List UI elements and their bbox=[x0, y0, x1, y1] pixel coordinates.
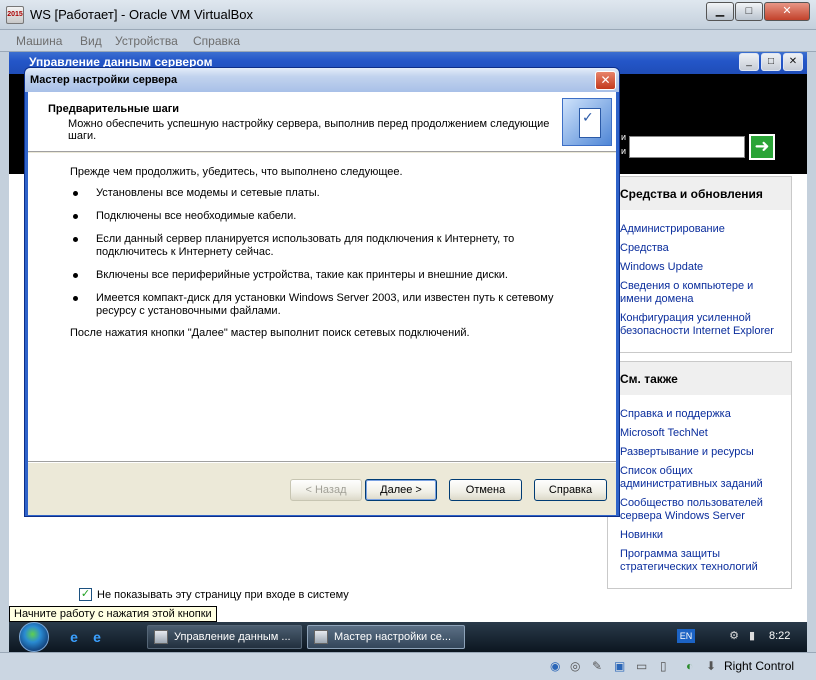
host-frame-right bbox=[807, 52, 816, 652]
server-checklist-icon bbox=[562, 98, 612, 146]
dont-show-checkbox[interactable]: ✓ bbox=[79, 588, 92, 601]
wizard-titlebar: Мастер настройки сервера ✕ bbox=[25, 68, 619, 92]
wizard-step-description: Можно обеспечить успешную настройку серв… bbox=[68, 118, 550, 142]
manage-server-controls: _ □ ✕ bbox=[737, 53, 803, 71]
link-administration[interactable]: Администрирование bbox=[620, 223, 779, 236]
wizard-intro-text: Прежде чем продолжить, убедитесь, что вы… bbox=[70, 166, 403, 178]
server-icon bbox=[154, 630, 168, 644]
link-whats-new[interactable]: Новинки bbox=[620, 529, 779, 542]
wizard-content: Прежде чем продолжить, убедитесь, что вы… bbox=[28, 153, 616, 461]
task-manage-server[interactable]: Управление данным ... bbox=[147, 625, 302, 649]
task-config-wizard[interactable]: Мастер настройки се... bbox=[307, 625, 465, 649]
start-tooltip: Начните работу с нажатия этой кнопки bbox=[9, 606, 217, 622]
ie-icon[interactable]: e bbox=[66, 629, 82, 645]
dont-show-row: ✓ Не показывать эту страницу при входе в… bbox=[79, 588, 349, 601]
display-icon[interactable]: ▯ bbox=[660, 659, 667, 673]
list-item: Если данный сервер планируется использов… bbox=[72, 233, 572, 259]
taskbar: e e Управление данным ... Мастер настрой… bbox=[9, 622, 807, 652]
wizard-divider bbox=[28, 461, 616, 463]
see-also-panel: См. также Справка и поддержка Microsoft … bbox=[607, 361, 792, 589]
wizard-title: Мастер настройки сервера bbox=[30, 74, 178, 86]
back-button[interactable]: < Назад bbox=[290, 479, 362, 501]
host-menubar: Машина Вид Устройства Справка bbox=[0, 30, 816, 52]
wizard-step-title: Предварительные шаги bbox=[48, 103, 180, 115]
clock[interactable]: 8:22 bbox=[769, 630, 790, 642]
host-window-title: WS [Работает] - Oracle VM VirtualBox bbox=[30, 7, 254, 22]
right-panel: Средства и обновления Администрирование … bbox=[607, 176, 792, 597]
panel-title: Средства и обновления bbox=[608, 177, 791, 211]
list-item: Установлены все модемы и сетевые платы. bbox=[72, 187, 572, 200]
keyboard-capture-icon[interactable]: ⬇ bbox=[706, 659, 716, 673]
link-computer-info[interactable]: Сведения о компьютере и имени домена bbox=[620, 280, 779, 306]
host-window-controls: ▁ □ ✕ bbox=[705, 2, 810, 21]
mouse-integration-icon[interactable]: ◐ bbox=[686, 659, 693, 673]
bullet-icon bbox=[73, 273, 78, 278]
bullet-icon bbox=[73, 296, 78, 301]
virtualbox-icon: 2015 bbox=[6, 6, 24, 24]
list-item: Включены все периферийные устройства, та… bbox=[72, 269, 572, 282]
header-fragment: и bbox=[621, 132, 627, 142]
bullet-icon bbox=[73, 191, 78, 196]
wizard-close-button[interactable]: ✕ bbox=[595, 71, 616, 90]
dont-show-label[interactable]: Не показывать эту страницу при входе в с… bbox=[97, 589, 349, 601]
config-server-wizard: Мастер настройки сервера ✕ Предварительн… bbox=[24, 67, 620, 517]
help-button[interactable]: Справка bbox=[534, 479, 607, 501]
link-windows-update[interactable]: Windows Update bbox=[620, 261, 779, 274]
link-ie-esc[interactable]: Конфигурация усиленной безопасности Inte… bbox=[620, 312, 779, 338]
host-titlebar: 2015 WS [Работает] - Oracle VM VirtualBo… bbox=[0, 0, 816, 30]
wizard-header: Предварительные шаги Можно обеспечить ус… bbox=[28, 92, 616, 152]
header-fragment: и bbox=[621, 146, 627, 156]
menu-view[interactable]: Вид bbox=[80, 34, 102, 48]
start-button[interactable] bbox=[19, 622, 49, 652]
volume-icon[interactable]: ▮ bbox=[745, 629, 759, 643]
language-indicator[interactable]: EN bbox=[677, 629, 695, 643]
bullet-icon bbox=[73, 237, 78, 242]
menu-machine[interactable]: Машина bbox=[16, 34, 62, 48]
task-label: Управление данным ... bbox=[174, 631, 291, 643]
tools-updates-panel: Средства и обновления Администрирование … bbox=[607, 176, 792, 353]
wizard-after-text: После нажатия кнопки "Далее" мастер выпо… bbox=[70, 327, 470, 339]
ie-quicklaunch-icon[interactable]: e bbox=[89, 629, 105, 645]
panel-links: Справка и поддержка Microsoft TechNet Ра… bbox=[608, 396, 791, 588]
panel-links: Администрирование Средства Windows Updat… bbox=[608, 211, 791, 352]
manage-close-button[interactable]: ✕ bbox=[783, 53, 803, 71]
network-adapter-icon[interactable]: ▣ bbox=[614, 659, 625, 673]
link-tools[interactable]: Средства bbox=[620, 242, 779, 255]
link-technet[interactable]: Microsoft TechNet bbox=[620, 427, 779, 440]
bullet-icon bbox=[73, 214, 78, 219]
server-icon bbox=[314, 630, 328, 644]
host-frame-left bbox=[0, 52, 9, 652]
link-security-program[interactable]: Программа защиты стратегических технолог… bbox=[620, 548, 779, 574]
host-maximize-button[interactable]: □ bbox=[735, 2, 763, 21]
panel-title: См. также bbox=[608, 362, 791, 396]
prerequisite-list: Установлены все модемы и сетевые платы. … bbox=[72, 187, 572, 328]
host-statusbar: ◉ ◎ ✎ ▣ ▭ ▯ ◐ ⬇ Right Control bbox=[0, 652, 816, 680]
host-close-button[interactable]: ✕ bbox=[764, 2, 810, 21]
cancel-button[interactable]: Отмена bbox=[449, 479, 522, 501]
host-key-label: Right Control bbox=[724, 659, 795, 673]
search-input[interactable] bbox=[629, 136, 745, 158]
list-item: Имеется компакт-диск для установки Windo… bbox=[72, 292, 572, 318]
link-admin-tasks[interactable]: Список общих административных заданий bbox=[620, 465, 779, 491]
link-deployment[interactable]: Развертывание и ресурсы bbox=[620, 446, 779, 459]
menu-help[interactable]: Справка bbox=[193, 34, 240, 48]
manage-maximize-button[interactable]: □ bbox=[761, 53, 781, 71]
shared-folder-icon[interactable]: ▭ bbox=[636, 659, 647, 673]
menu-devices[interactable]: Устройства bbox=[115, 34, 178, 48]
cd-icon[interactable]: ◎ bbox=[570, 659, 580, 673]
usb-icon[interactable]: ✎ bbox=[592, 659, 602, 673]
link-help-support[interactable]: Справка и поддержка bbox=[620, 408, 779, 421]
go-arrow-button[interactable]: ➜ bbox=[749, 134, 775, 160]
task-label: Мастер настройки се... bbox=[334, 631, 452, 643]
link-community[interactable]: Сообщество пользователей сервера Windows… bbox=[620, 497, 779, 523]
hdd-icon[interactable]: ◉ bbox=[550, 659, 560, 673]
manage-minimize-button[interactable]: _ bbox=[739, 53, 759, 71]
guest-screen[interactable]: Управление данным сервером _ □ ✕ и и ➜ С… bbox=[9, 52, 807, 652]
network-icon[interactable]: ⚙ bbox=[727, 629, 741, 643]
next-button[interactable]: Далее > bbox=[365, 479, 437, 501]
host-minimize-button[interactable]: ▁ bbox=[706, 2, 734, 21]
wizard-body: Предварительные шаги Можно обеспечить ус… bbox=[28, 92, 616, 515]
list-item: Подключены все необходимые кабели. bbox=[72, 210, 572, 223]
